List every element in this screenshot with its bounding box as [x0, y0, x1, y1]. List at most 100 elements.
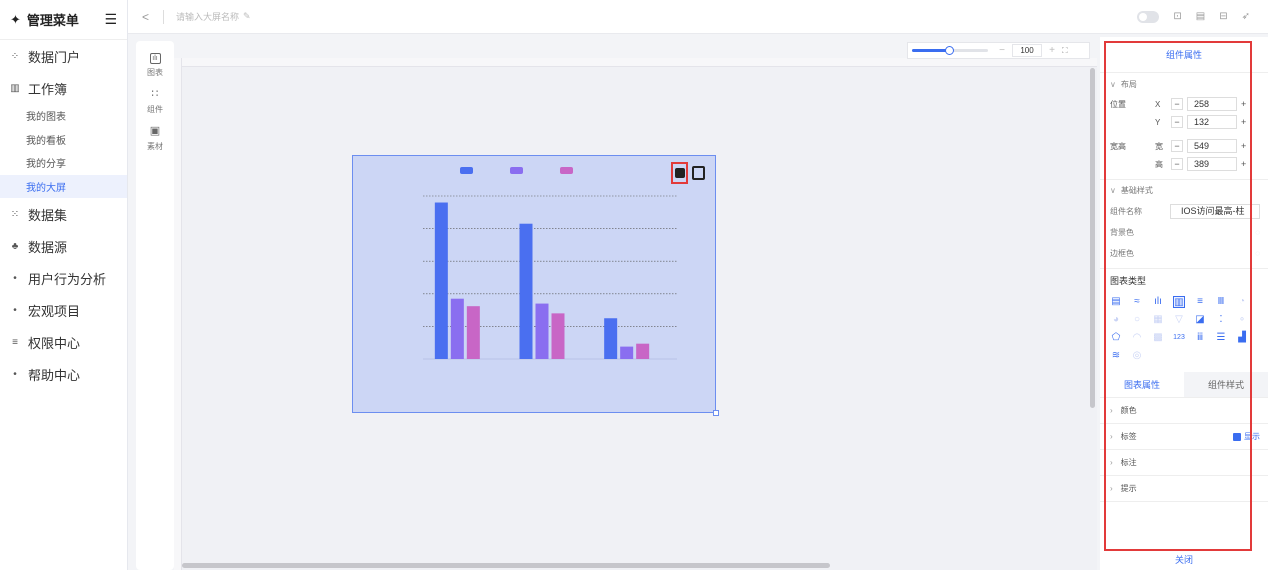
tab-chart-properties[interactable]: 图表属性: [1100, 372, 1184, 397]
tool-material[interactable]: ▣ 素材: [136, 126, 174, 152]
wave-chart-icon[interactable]: ≋: [1110, 350, 1122, 362]
dot-icon: •: [13, 304, 17, 316]
sidebar-item-dataset[interactable]: ⁙ 数据集: [0, 198, 127, 230]
combo-chart-icon[interactable]: ılı: [1152, 296, 1164, 308]
radar-chart-icon[interactable]: ⬠: [1110, 332, 1122, 344]
zoom-value-input[interactable]: 100: [1012, 44, 1042, 57]
sidebar-item-permission[interactable]: ≡ 权限中心: [0, 326, 127, 358]
publish-icon[interactable]: ➶: [1242, 11, 1250, 22]
heatmap-chart-icon[interactable]: ▩: [1152, 332, 1164, 344]
screen-name-input[interactable]: 请输入大屏名称: [176, 10, 239, 23]
edit-widget-button[interactable]: [671, 162, 688, 184]
pie-chart-icon[interactable]: ◕: [1110, 314, 1122, 326]
show-label-checkbox[interactable]: 显示: [1233, 431, 1260, 442]
edit-pencil-icon[interactable]: ✎: [243, 11, 251, 22]
collapse-tooltip[interactable]: › 提示: [1100, 476, 1268, 502]
save-icon[interactable]: ▤: [1196, 11, 1205, 22]
bg-color-label: 背景色: [1110, 228, 1134, 237]
sidebar-item-workbook[interactable]: ▥ 工作簿: [0, 72, 127, 104]
layout-section-header[interactable]: ∨ 布局: [1100, 73, 1268, 95]
resize-handle[interactable]: [713, 410, 719, 416]
close-panel-button[interactable]: 关闭: [1100, 553, 1268, 566]
sidebar-sub-my-charts[interactable]: 我的图表: [0, 104, 127, 128]
funnel-chart-icon[interactable]: ▽: [1173, 314, 1185, 326]
grouped-hbar-icon[interactable]: ☰: [1215, 332, 1227, 344]
fit-screen-icon[interactable]: ⛶: [1062, 46, 1068, 56]
width-input[interactable]: 549: [1187, 139, 1237, 153]
color-picker[interactable]: ◌: [1255, 249, 1260, 258]
tab-component-style[interactable]: 组件样式: [1184, 372, 1268, 397]
height-label: 高: [1155, 159, 1163, 169]
sidebar-sub-my-screens[interactable]: 我的大屏: [0, 174, 127, 198]
line-chart-icon[interactable]: ≈: [1131, 296, 1143, 308]
sidebar-item-label: 数据源: [28, 239, 68, 255]
collapse-color[interactable]: › 颜色: [1100, 398, 1268, 424]
sidebar-item-label: 数据门户: [28, 49, 81, 65]
collapse-annotation[interactable]: › 标注: [1100, 450, 1268, 476]
preview-icon[interactable]: ⊡: [1173, 11, 1181, 22]
sidebar-item-datasource[interactable]: ♣ 数据源: [0, 230, 127, 262]
sidebar-sub-my-shares[interactable]: 我的分享: [0, 151, 127, 175]
table-chart-icon[interactable]: ▤: [1110, 296, 1122, 308]
mixed-chart-icon[interactable]: ◪: [1194, 314, 1206, 326]
stacked-column-icon[interactable]: ▟: [1236, 332, 1248, 344]
gauge-chart-icon[interactable]: ◠: [1131, 332, 1143, 344]
color-picker[interactable]: ◌: [1255, 228, 1260, 237]
area-chart-icon[interactable]: ◔: [1236, 296, 1248, 308]
zoom-out-button[interactable]: −: [996, 45, 1008, 56]
save-as-icon[interactable]: ⊟: [1219, 11, 1227, 22]
preview-toggle[interactable]: [1137, 10, 1160, 23]
hbar-chart-icon[interactable]: ≡: [1194, 296, 1206, 308]
chart-type-grid: ▤ ≈ ılı ▥ ≡ Ⅲ ◔ ◕ ○ ▦ ▽ ◪ ⁚ ∘ ⬠ ◠ ▩ 123 …: [1100, 292, 1268, 362]
home-icon: ✦: [10, 11, 21, 27]
delete-widget-button[interactable]: [692, 166, 705, 180]
chart-widget[interactable]: [352, 155, 719, 416]
bubble-chart-icon[interactable]: ∘: [1236, 314, 1248, 326]
sidebar-item-user-behavior[interactable]: • 用户行为分析: [0, 262, 127, 294]
stacked-bar-icon[interactable]: Ⅲ: [1215, 296, 1227, 308]
y-input[interactable]: 132: [1187, 115, 1237, 129]
tool-component[interactable]: ∷ 组件: [136, 89, 174, 115]
scatter-chart-icon[interactable]: ⁚: [1215, 314, 1227, 326]
collapse-label: 标注: [1120, 458, 1137, 467]
tool-chart[interactable]: ılı 图表: [136, 53, 174, 78]
menu-toggle-icon[interactable]: ☰: [104, 11, 117, 28]
x-input[interactable]: 258: [1187, 97, 1237, 111]
ring-chart-icon[interactable]: ◎: [1131, 350, 1143, 362]
increment-button[interactable]: +: [1241, 99, 1251, 109]
collapse-label-section[interactable]: › 标签 显示: [1100, 424, 1268, 450]
checkbox-checked-icon: [1233, 432, 1241, 441]
basic-style-section-header[interactable]: ∨ 基础样式: [1100, 179, 1268, 201]
map-chart-icon[interactable]: ▦: [1152, 314, 1164, 326]
decrement-button[interactable]: −: [1171, 158, 1183, 170]
edit-icon: [674, 168, 685, 178]
number-card-icon[interactable]: 123: [1173, 332, 1185, 344]
topbar-actions: ⊡ ▤ ⊟ ➶: [1137, 10, 1250, 23]
decrement-button[interactable]: −: [1171, 116, 1183, 128]
zoom-slider[interactable]: [912, 46, 988, 55]
increment-button[interactable]: +: [1241, 141, 1251, 151]
chart-icon: ılı: [149, 53, 161, 64]
component-name-input[interactable]: IOS访问最高-柱: [1170, 204, 1260, 219]
height-input[interactable]: 389: [1187, 157, 1237, 171]
horizontal-scrollbar[interactable]: [182, 563, 830, 568]
zoom-slider-knob[interactable]: [945, 46, 954, 55]
donut-chart-icon[interactable]: ○: [1131, 314, 1143, 326]
zoom-in-button[interactable]: +: [1046, 45, 1058, 56]
sidebar-item-data-portal[interactable]: ⁘ 数据门户: [0, 40, 127, 72]
decrement-button[interactable]: −: [1171, 140, 1183, 152]
grouped-bar-icon[interactable]: ⅲ: [1194, 332, 1206, 344]
back-icon[interactable]: <: [142, 10, 149, 24]
increment-button[interactable]: +: [1241, 117, 1251, 127]
sidebar-item-help[interactable]: • 帮助中心: [0, 358, 127, 390]
decrement-button[interactable]: −: [1171, 98, 1183, 110]
dot-icon: •: [13, 272, 17, 284]
sidebar-item-macro-project[interactable]: • 宏观项目: [0, 294, 127, 326]
sidebar-sub-my-boards[interactable]: 我的看板: [0, 128, 127, 152]
height-stepper: − 389 +: [1171, 157, 1251, 171]
bar: [551, 313, 565, 359]
increment-button[interactable]: +: [1241, 159, 1251, 169]
bar-chart-icon[interactable]: ▥: [1173, 296, 1185, 308]
vertical-scrollbar[interactable]: [1090, 68, 1095, 408]
x-label: X: [1155, 99, 1161, 109]
